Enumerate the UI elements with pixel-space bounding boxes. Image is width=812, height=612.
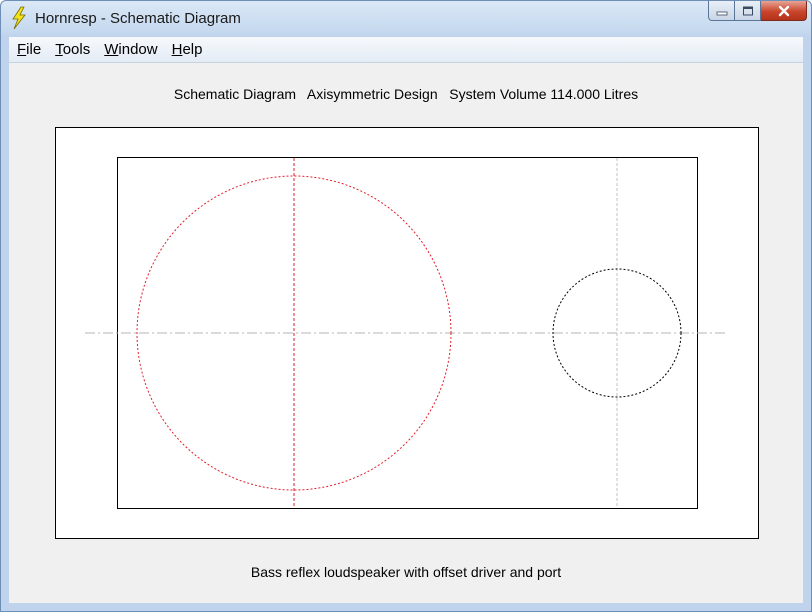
menu-bar: File Tools Window Help bbox=[9, 37, 803, 63]
menu-file-rest: ile bbox=[26, 41, 42, 58]
hornresp-window: Hornresp - Schematic Diagram File Tools … bbox=[0, 0, 812, 612]
maximize-button[interactable] bbox=[735, 1, 761, 21]
diagram-caption: Bass reflex loudspeaker with offset driv… bbox=[250, 564, 562, 580]
menu-file-accesskey: F bbox=[17, 41, 27, 58]
menu-window[interactable]: Window bbox=[104, 41, 157, 58]
menu-help[interactable]: Help bbox=[172, 41, 203, 58]
maximize-icon bbox=[742, 6, 753, 15]
minimize-icon bbox=[716, 11, 727, 15]
menu-tools-rest: ools bbox=[62, 41, 91, 58]
menu-window-rest: indow bbox=[118, 41, 158, 58]
close-icon bbox=[778, 5, 789, 16]
menu-window-accesskey: W bbox=[104, 41, 119, 58]
title-bar[interactable]: Hornresp - Schematic Diagram bbox=[1, 1, 811, 37]
minimize-button[interactable] bbox=[708, 1, 735, 21]
window-controls bbox=[708, 1, 807, 23]
menu-help-accesskey: H bbox=[171, 41, 183, 58]
client-area: Schematic Diagram Axisymmetric Design Sy… bbox=[9, 63, 803, 603]
diagram-header: Schematic Diagram Axisymmetric Design Sy… bbox=[173, 86, 639, 102]
menu-tools-accesskey: T bbox=[55, 41, 63, 58]
menu-file[interactable]: File bbox=[17, 41, 41, 58]
menu-help-rest: elp bbox=[182, 41, 203, 58]
lightning-bolt-icon bbox=[12, 6, 26, 30]
window-title: Hornresp - Schematic Diagram bbox=[35, 10, 241, 27]
schematic-diagram bbox=[55, 127, 759, 539]
menu-tools[interactable]: Tools bbox=[55, 41, 90, 58]
close-button[interactable] bbox=[761, 1, 807, 21]
